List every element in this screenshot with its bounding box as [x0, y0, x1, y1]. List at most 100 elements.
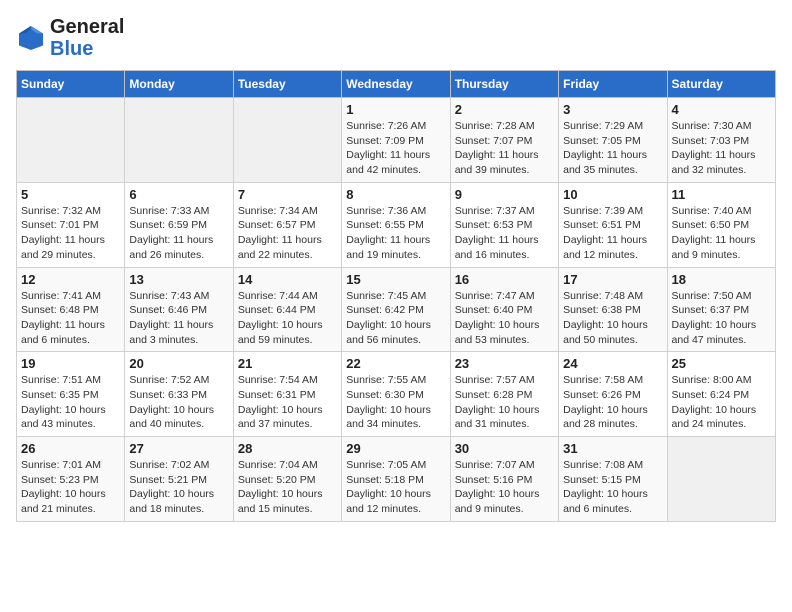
calendar-day-cell: 21Sunrise: 7:54 AM Sunset: 6:31 PM Dayli… [233, 352, 341, 437]
day-info: Sunrise: 7:43 AM Sunset: 6:46 PM Dayligh… [129, 289, 228, 348]
day-info: Sunrise: 7:02 AM Sunset: 5:21 PM Dayligh… [129, 458, 228, 517]
calendar-day-cell: 14Sunrise: 7:44 AM Sunset: 6:44 PM Dayli… [233, 267, 341, 352]
calendar-day-cell: 31 Sunrise: 7:08 AM Sunset: 5:15 PM Dayli… [559, 437, 667, 522]
calendar-day-cell: 12 Sunrise: 7:41 AM Sunset: 6:48 PM Dayli… [17, 267, 125, 352]
calendar-day-cell: 22 Sunrise: 7:55 AM Sunset: 6:30 PM Dayli… [342, 352, 450, 437]
day-info: Sunrise: 7:58 AM Sunset: 6:26 PM Dayligh… [563, 373, 662, 432]
calendar-day-cell: 18Sunrise: 7:50 AM Sunset: 6:37 PM Dayli… [667, 267, 775, 352]
calendar-day-cell: 25 Sunrise: 8:00 AM Sunset: 6:24 PM Dayli… [667, 352, 775, 437]
day-info: Sunrise: 7:36 AM Sunset: 6:55 PM Dayligh… [346, 204, 445, 263]
day-info: Sunrise: 7:01 AM Sunset: 5:23 PM Dayligh… [21, 458, 120, 517]
day-number: 15 [346, 272, 445, 287]
page-header: General Blue [16, 16, 776, 60]
calendar-day-cell: 4Sunrise: 7:30 AM Sunset: 7:03 PM Daylig… [667, 98, 775, 183]
calendar-weekday-header: Friday [559, 71, 667, 98]
calendar-day-cell: 28 Sunrise: 7:04 AM Sunset: 5:20 PM Dayli… [233, 437, 341, 522]
calendar-body: 1 Sunrise: 7:26 AM Sunset: 7:09 PM Daylig… [17, 98, 776, 522]
day-info: Sunrise: 7:26 AM Sunset: 7:09 PM Dayligh… [346, 119, 445, 178]
calendar-weekday-header: Tuesday [233, 71, 341, 98]
day-info: Sunrise: 7:08 AM Sunset: 5:15 PM Dayligh… [563, 458, 662, 517]
calendar-week-row: 19 Sunrise: 7:51 AM Sunset: 6:35 PM Dayli… [17, 352, 776, 437]
day-number: 12 [21, 272, 120, 287]
day-number: 1 [346, 102, 445, 117]
day-number: 16 [455, 272, 554, 287]
day-number: 31 [563, 441, 662, 456]
day-number: 27 [129, 441, 228, 456]
day-info: Sunrise: 7:44 AM Sunset: 6:44 PM Dayligh… [238, 289, 337, 348]
calendar-day-cell: 19 Sunrise: 7:51 AM Sunset: 6:35 PM Dayli… [17, 352, 125, 437]
day-info: Sunrise: 7:29 AM Sunset: 7:05 PM Dayligh… [563, 119, 662, 178]
day-info: Sunrise: 7:57 AM Sunset: 6:28 PM Dayligh… [455, 373, 554, 432]
day-info: Sunrise: 7:41 AM Sunset: 6:48 PM Dayligh… [21, 289, 120, 348]
day-number: 23 [455, 356, 554, 371]
day-number: 3 [563, 102, 662, 117]
day-number: 24 [563, 356, 662, 371]
calendar-day-cell: 2 Sunrise: 7:28 AM Sunset: 7:07 PM Daylig… [450, 98, 558, 183]
day-number: 29 [346, 441, 445, 456]
calendar-day-cell: 30Sunrise: 7:07 AM Sunset: 5:16 PM Dayli… [450, 437, 558, 522]
calendar-day-cell: 10 Sunrise: 7:39 AM Sunset: 6:51 PM Dayli… [559, 182, 667, 267]
calendar-day-cell: 9Sunrise: 7:37 AM Sunset: 6:53 PM Daylig… [450, 182, 558, 267]
calendar-day-cell: 15 Sunrise: 7:45 AM Sunset: 6:42 PM Dayli… [342, 267, 450, 352]
calendar-weekday-header: Wednesday [342, 71, 450, 98]
calendar-day-cell: 7 Sunrise: 7:34 AM Sunset: 6:57 PM Daylig… [233, 182, 341, 267]
calendar-day-cell: 29 Sunrise: 7:05 AM Sunset: 5:18 PM Dayli… [342, 437, 450, 522]
calendar-week-row: 5Sunrise: 7:32 AM Sunset: 7:01 PM Daylig… [17, 182, 776, 267]
day-number: 28 [238, 441, 337, 456]
calendar-day-cell: 13 Sunrise: 7:43 AM Sunset: 6:46 PM Dayli… [125, 267, 233, 352]
calendar-day-cell: 5Sunrise: 7:32 AM Sunset: 7:01 PM Daylig… [17, 182, 125, 267]
calendar-day-cell: 3 Sunrise: 7:29 AM Sunset: 7:05 PM Daylig… [559, 98, 667, 183]
day-number: 13 [129, 272, 228, 287]
day-info: Sunrise: 7:47 AM Sunset: 6:40 PM Dayligh… [455, 289, 554, 348]
day-info: Sunrise: 7:48 AM Sunset: 6:38 PM Dayligh… [563, 289, 662, 348]
day-info: Sunrise: 7:55 AM Sunset: 6:30 PM Dayligh… [346, 373, 445, 432]
day-number: 8 [346, 187, 445, 202]
calendar-weekday-header: Sunday [17, 71, 125, 98]
day-number: 4 [672, 102, 771, 117]
day-info: Sunrise: 7:04 AM Sunset: 5:20 PM Dayligh… [238, 458, 337, 517]
calendar-day-cell [233, 98, 341, 183]
day-info: Sunrise: 8:00 AM Sunset: 6:24 PM Dayligh… [672, 373, 771, 432]
day-info: Sunrise: 7:28 AM Sunset: 7:07 PM Dayligh… [455, 119, 554, 178]
calendar-table: SundayMondayTuesdayWednesdayThursdayFrid… [16, 70, 776, 522]
day-number: 25 [672, 356, 771, 371]
day-number: 7 [238, 187, 337, 202]
calendar-day-cell: 24 Sunrise: 7:58 AM Sunset: 6:26 PM Dayli… [559, 352, 667, 437]
calendar-weekday-header: Monday [125, 71, 233, 98]
day-number: 17 [563, 272, 662, 287]
day-number: 10 [563, 187, 662, 202]
day-number: 19 [21, 356, 120, 371]
calendar-day-cell: 1 Sunrise: 7:26 AM Sunset: 7:09 PM Daylig… [342, 98, 450, 183]
calendar-weekday-header: Saturday [667, 71, 775, 98]
logo-icon [16, 23, 46, 53]
day-info: Sunrise: 7:37 AM Sunset: 6:53 PM Dayligh… [455, 204, 554, 263]
calendar-day-cell: 27 Sunrise: 7:02 AM Sunset: 5:21 PM Dayli… [125, 437, 233, 522]
day-number: 26 [21, 441, 120, 456]
day-info: Sunrise: 7:34 AM Sunset: 6:57 PM Dayligh… [238, 204, 337, 263]
day-number: 20 [129, 356, 228, 371]
day-number: 30 [455, 441, 554, 456]
day-info: Sunrise: 7:32 AM Sunset: 7:01 PM Dayligh… [21, 204, 120, 263]
calendar-day-cell: 8 Sunrise: 7:36 AM Sunset: 6:55 PM Daylig… [342, 182, 450, 267]
day-info: Sunrise: 7:54 AM Sunset: 6:31 PM Dayligh… [238, 373, 337, 432]
day-number: 18 [672, 272, 771, 287]
calendar-day-cell: 23 Sunrise: 7:57 AM Sunset: 6:28 PM Dayli… [450, 352, 558, 437]
day-number: 11 [672, 187, 771, 202]
logo-text: General Blue [50, 16, 124, 60]
day-info: Sunrise: 7:51 AM Sunset: 6:35 PM Dayligh… [21, 373, 120, 432]
day-number: 6 [129, 187, 228, 202]
calendar-week-row: 1 Sunrise: 7:26 AM Sunset: 7:09 PM Daylig… [17, 98, 776, 183]
calendar-week-row: 26 Sunrise: 7:01 AM Sunset: 5:23 PM Dayli… [17, 437, 776, 522]
calendar-day-cell: 26 Sunrise: 7:01 AM Sunset: 5:23 PM Dayli… [17, 437, 125, 522]
logo: General Blue [16, 16, 124, 60]
day-info: Sunrise: 7:05 AM Sunset: 5:18 PM Dayligh… [346, 458, 445, 517]
day-info: Sunrise: 7:39 AM Sunset: 6:51 PM Dayligh… [563, 204, 662, 263]
day-info: Sunrise: 7:52 AM Sunset: 6:33 PM Dayligh… [129, 373, 228, 432]
calendar-day-cell: 6Sunrise: 7:33 AM Sunset: 6:59 PM Daylig… [125, 182, 233, 267]
calendar-day-cell [17, 98, 125, 183]
day-number: 22 [346, 356, 445, 371]
day-number: 2 [455, 102, 554, 117]
calendar-day-cell [125, 98, 233, 183]
day-info: Sunrise: 7:45 AM Sunset: 6:42 PM Dayligh… [346, 289, 445, 348]
calendar-day-cell: 16 Sunrise: 7:47 AM Sunset: 6:40 PM Dayli… [450, 267, 558, 352]
